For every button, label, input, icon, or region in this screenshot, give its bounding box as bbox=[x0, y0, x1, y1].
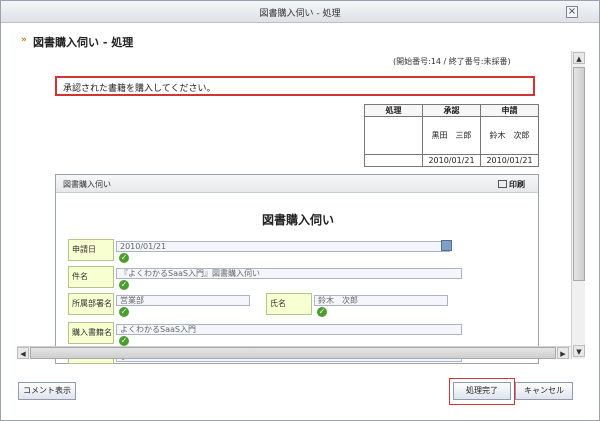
chevron-right-icon: » bbox=[21, 35, 27, 45]
check-icon: ✓ bbox=[119, 307, 129, 317]
form-title: 図書購入伺い bbox=[261, 213, 334, 227]
page-title: 図書購入伺い - 処理 bbox=[33, 36, 134, 49]
approval-name-apply: 鈴木 次郎 bbox=[480, 116, 539, 155]
cancel-button[interactable]: キャンセル bbox=[515, 382, 573, 400]
window-title: 図書購入伺い - 処理 bbox=[259, 9, 341, 19]
form-panel-header: 図書購入伺い 印刷 bbox=[56, 175, 538, 193]
vertical-scrollbar[interactable]: ▲ ▼ bbox=[571, 51, 585, 359]
name-field[interactable]: 鈴木 次郎 bbox=[314, 295, 448, 306]
approval-date-approve: 2010/01/21 bbox=[422, 154, 481, 167]
message-box: 承認された書籍を購入してください。 bbox=[55, 76, 535, 96]
scroll-right-icon[interactable]: ▶ bbox=[557, 347, 569, 359]
print-link[interactable]: 印刷 bbox=[498, 179, 525, 190]
form-panel-title: 図書購入伺い bbox=[63, 180, 111, 189]
scroll-left-icon[interactable]: ◀ bbox=[17, 347, 29, 359]
approval-header-apply: 申請 bbox=[480, 104, 539, 117]
approval-header-row: 処理 承認 申請 bbox=[364, 104, 539, 117]
department-label: 所属部署名 bbox=[68, 293, 114, 315]
print-icon bbox=[498, 180, 507, 188]
check-icon: ✓ bbox=[119, 280, 129, 290]
approval-table: 処理 承認 申請 黒田 三郎 鈴木 次郎 2010/01/21 2010/01/… bbox=[364, 104, 539, 167]
name-label: 氏名 bbox=[266, 293, 312, 315]
vertical-scroll-thumb[interactable] bbox=[573, 67, 585, 281]
scroll-up-icon[interactable]: ▲ bbox=[573, 52, 585, 64]
title-bar: 図書購入伺い - 処理 × bbox=[1, 1, 599, 23]
horizontal-scrollbar[interactable]: ◀ ▶ bbox=[17, 346, 571, 359]
check-icon: ✓ bbox=[119, 336, 129, 346]
calendar-icon[interactable] bbox=[441, 240, 452, 251]
approval-name-approve: 黒田 三郎 bbox=[422, 116, 481, 155]
approval-header-process: 処理 bbox=[364, 104, 423, 117]
application-date-field[interactable]: 2010/01/21 bbox=[116, 241, 450, 252]
dialog-window: 図書購入伺い - 処理 × » 図書購入伺い - 処理 (開始番号:14 / 終… bbox=[0, 0, 600, 421]
approval-date-process bbox=[364, 154, 423, 167]
check-icon: ✓ bbox=[317, 307, 327, 317]
approval-name-row: 黒田 三郎 鈴木 次郎 bbox=[364, 116, 539, 155]
application-date-label: 申請日 bbox=[68, 239, 114, 261]
scroll-down-icon[interactable]: ▼ bbox=[573, 345, 585, 357]
complete-button[interactable]: 処理完了 bbox=[453, 382, 511, 400]
approval-name-process bbox=[364, 116, 423, 155]
close-icon[interactable]: × bbox=[566, 6, 578, 18]
approval-header-approve: 承認 bbox=[422, 104, 481, 117]
subject-field[interactable]: 『よくわかるSaaS入門』図書購入伺い bbox=[116, 268, 462, 279]
department-field[interactable]: 営業部 bbox=[116, 295, 250, 306]
subject-label: 件名 bbox=[68, 266, 114, 288]
print-label: 印刷 bbox=[509, 180, 525, 189]
book-name-label: 購入書籍名 bbox=[68, 322, 114, 344]
horizontal-scroll-thumb[interactable] bbox=[30, 347, 556, 359]
message-text: 承認された書籍を購入してください。 bbox=[63, 84, 216, 94]
form-panel: 図書購入伺い 印刷 図書購入伺い 申請日 2010/01/21 ✓ 件名 『よく… bbox=[55, 174, 539, 364]
show-comment-button[interactable]: コメント表示 bbox=[18, 382, 76, 400]
number-info: (開始番号:14 / 終了番号:未採番) bbox=[393, 57, 511, 66]
check-icon: ✓ bbox=[119, 253, 129, 263]
approval-date-row: 2010/01/21 2010/01/21 bbox=[364, 154, 539, 167]
book-name-field[interactable]: よくわかるSaaS入門 bbox=[116, 324, 462, 335]
approval-date-apply: 2010/01/21 bbox=[480, 154, 539, 167]
